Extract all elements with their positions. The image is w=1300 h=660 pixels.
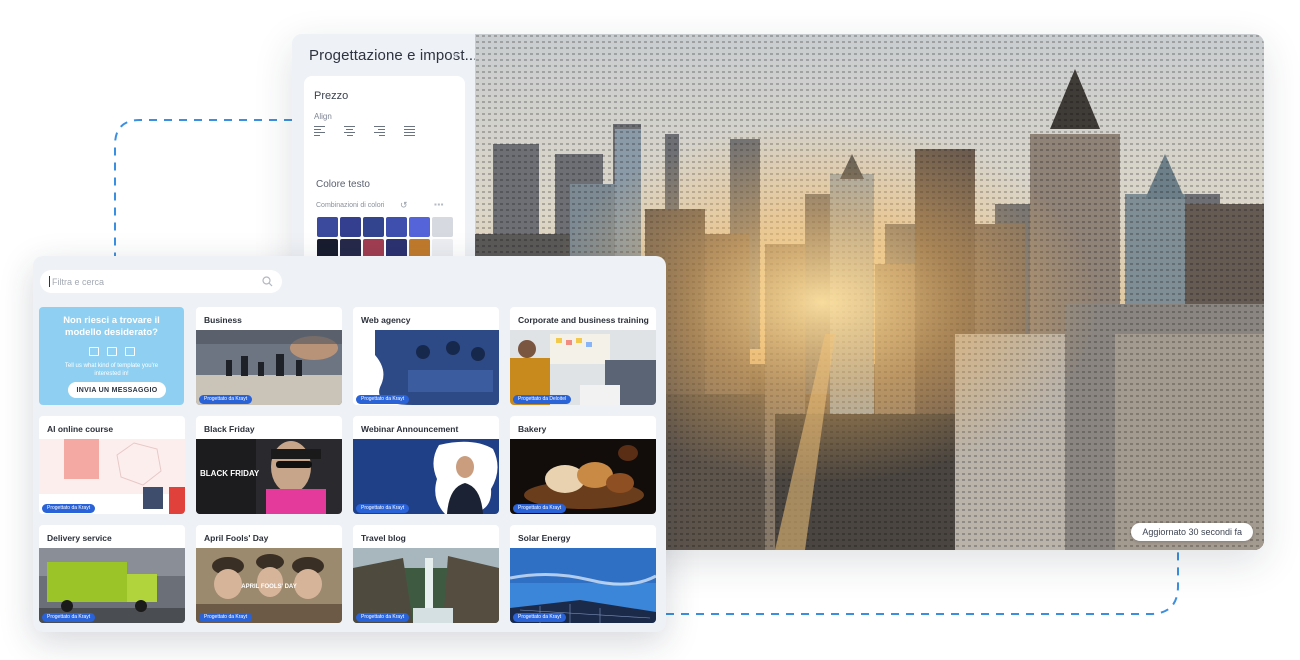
align-options: [314, 126, 415, 136]
search-input[interactable]: [52, 270, 252, 293]
template-card-solar-energy[interactable]: Solar Energy Progettato da Krayt: [510, 525, 656, 623]
template-thumbnail[interactable]: Progettato da Krayt: [510, 439, 656, 514]
designer-badge: Progettato da Krayt: [199, 395, 253, 404]
template-gallery-window: Non riesci a trovare il modello desidera…: [33, 256, 666, 632]
template-card-webinar-announcement[interactable]: Webinar Announcement Progettato da Krayt: [353, 416, 499, 514]
template-card-april-fools-day[interactable]: April Fools' Day APRIL FOOLS' DAY Progett…: [196, 525, 342, 623]
template-thumbnail[interactable]: Progettato da Krayt: [353, 548, 499, 623]
template-thumbnail[interactable]: Progettato da Krayt: [196, 330, 342, 405]
template-thumbnail[interactable]: Progettato da Deloitel: [510, 330, 656, 405]
template-title: Business: [204, 315, 242, 325]
stage: Progettazione e impost... × Prezzo Align…: [0, 0, 1300, 660]
designer-badge: Progettato da Krayt: [199, 613, 253, 622]
template-title: Black Friday: [204, 424, 255, 434]
align-label: Align: [314, 112, 332, 121]
designer-badge: Progettato da Krayt: [356, 613, 410, 622]
designer-badge: Progettato da Krayt: [513, 504, 567, 513]
designer-badge: Progettato da Krayt: [356, 504, 410, 513]
designer-badge: Progettato da Krayt: [356, 395, 410, 404]
layout-icon: [125, 347, 135, 356]
template-title: Delivery service: [47, 533, 112, 543]
color-swatch-grid: [317, 217, 453, 259]
template-title: Corporate and business training: [518, 315, 649, 325]
text-color-label: Colore testo: [316, 179, 370, 190]
color-swatch[interactable]: [317, 217, 338, 237]
request-template-card: Non riesci a trovare il modello desidera…: [39, 307, 184, 405]
template-thumbnail[interactable]: Progettato da Krayt: [510, 548, 656, 623]
designer-badge: Progettato da Deloitel: [513, 395, 572, 404]
color-swatch[interactable]: [409, 217, 430, 237]
section-label: Prezzo: [314, 90, 349, 102]
align-left-icon[interactable]: [314, 126, 325, 136]
thumbnail-text: BLACK FRIDAY: [200, 469, 260, 478]
send-message-button[interactable]: INVIA UN MESSAGGIO: [68, 382, 166, 398]
template-title: Solar Energy: [518, 533, 571, 543]
layout-icon: [89, 347, 99, 356]
designer-badge: Progettato da Krayt: [513, 613, 567, 622]
template-card-web-agency[interactable]: Web agency Progettato da Krayt: [353, 307, 499, 405]
color-swatch[interactable]: [432, 217, 453, 237]
template-card-ai-online-course[interactable]: AI online course Progettato da Krayt: [39, 416, 185, 514]
template-thumbnail[interactable]: Progettato da Krayt: [39, 548, 185, 623]
layout-icon: [107, 347, 117, 356]
color-swatch[interactable]: [386, 217, 407, 237]
promo-text: Tell us what kind of template you're int…: [64, 363, 159, 377]
color-combinations-label: Combinazioni di colori: [316, 202, 385, 209]
search-bar: [40, 270, 282, 293]
close-icon[interactable]: ×: [452, 48, 460, 63]
template-thumbnail[interactable]: BLACK FRIDAY: [196, 439, 342, 514]
template-thumbnail[interactable]: Progettato da Krayt: [353, 330, 499, 405]
template-card-delivery-service[interactable]: Delivery service Progettato da Krayt: [39, 525, 185, 623]
thumbnail-text: APRIL FOOLS' DAY: [241, 584, 296, 590]
search-icon[interactable]: [261, 275, 274, 288]
template-card-black-friday[interactable]: Black Friday BLACK FRIDAY: [196, 416, 342, 514]
designer-badge: Progettato da Krayt: [42, 504, 96, 513]
more-options-icon[interactable]: ▪▪▪: [434, 200, 444, 209]
template-thumbnail[interactable]: Progettato da Krayt: [39, 439, 185, 514]
template-title: Travel blog: [361, 533, 406, 543]
template-title: Webinar Announcement: [361, 424, 459, 434]
template-title: Bakery: [518, 424, 547, 434]
align-justify-icon[interactable]: [404, 126, 415, 136]
align-center-icon[interactable]: [344, 126, 355, 136]
color-swatch[interactable]: [363, 217, 384, 237]
template-title: AI online course: [47, 424, 114, 434]
template-title: April Fools' Day: [204, 533, 269, 543]
align-right-icon[interactable]: [374, 126, 385, 136]
color-swatch[interactable]: [340, 217, 361, 237]
template-thumbnail[interactable]: APRIL FOOLS' DAY Progettato da Krayt: [196, 548, 342, 623]
promo-title: Non riesci a trovare il modello desidera…: [63, 315, 160, 338]
template-thumbnail[interactable]: Progettato da Krayt: [353, 439, 499, 514]
template-card-corporate-and-business-training[interactable]: Corporate and business training Progetta…: [510, 307, 656, 405]
layout-icons: [89, 347, 135, 356]
template-card-travel-blog[interactable]: Travel blog Progettato da Krayt: [353, 525, 499, 623]
reset-icon[interactable]: ↺: [400, 200, 408, 211]
template-card-bakery[interactable]: Bakery Progettato da Krayt: [510, 416, 656, 514]
template-title: Web agency: [361, 315, 411, 325]
text-caret: [49, 276, 50, 287]
updated-status-badge: Aggiornato 30 secondi fa: [1131, 523, 1253, 541]
designer-badge: Progettato da Krayt: [42, 613, 96, 622]
template-card-business[interactable]: Business Progettato da Krayt: [196, 307, 342, 405]
